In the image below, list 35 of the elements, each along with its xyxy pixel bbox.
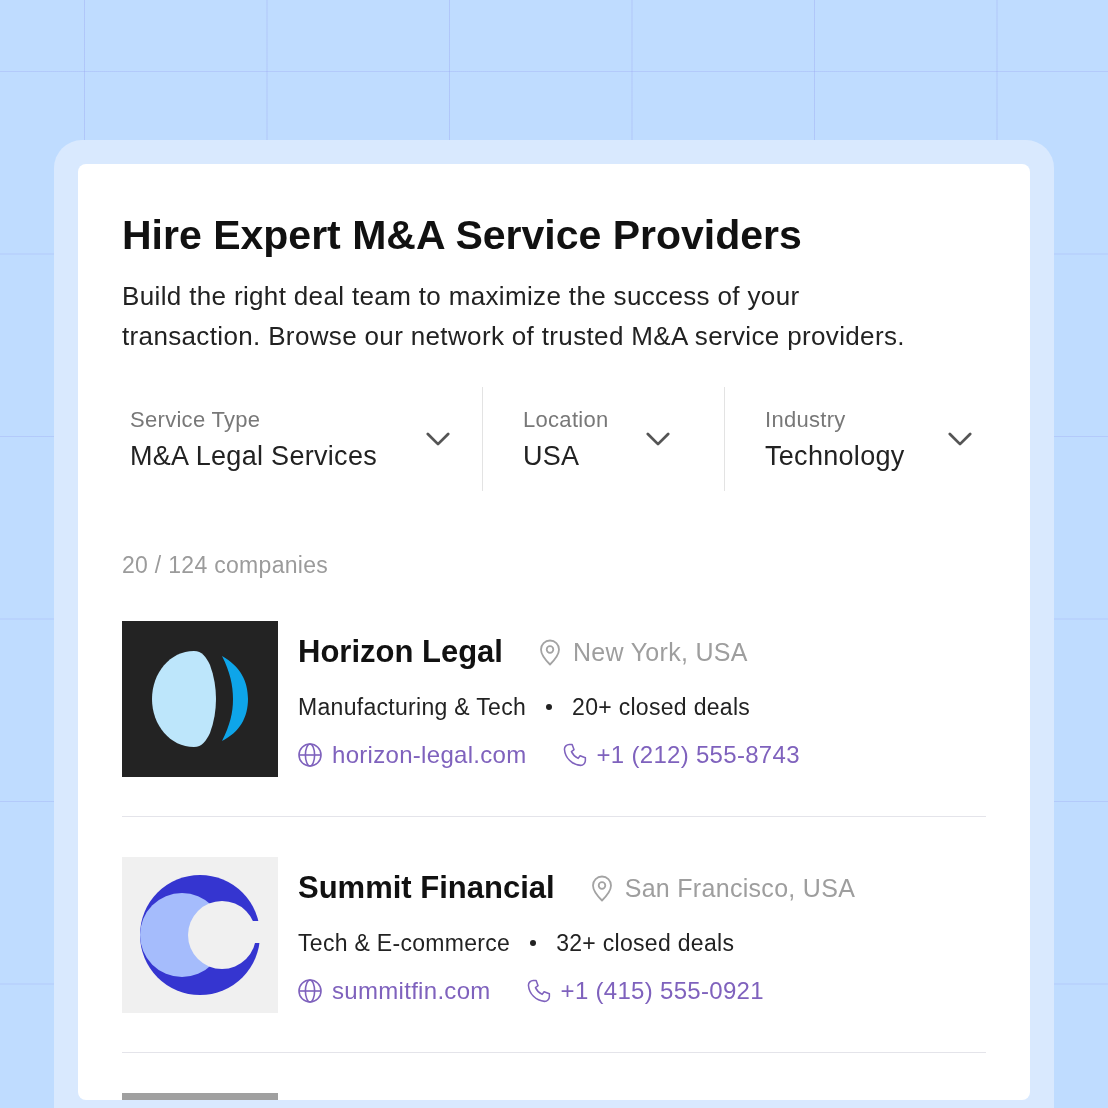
page-description: Build the right deal team to maximize the success of your transaction. Browse our network of trusted M&A service providers. bbox=[122, 280, 906, 353]
globe-icon bbox=[298, 979, 322, 1003]
filter-value: M&A Legal Services bbox=[130, 439, 377, 473]
page-title: Hire Expert M&A Service Providers bbox=[122, 212, 803, 258]
closed-deals: 20+ closed deals bbox=[572, 693, 751, 721]
phone-icon bbox=[562, 743, 587, 767]
filter-label: Industry bbox=[765, 405, 847, 434]
filter-dropdown[interactable]: Location USA bbox=[482, 387, 724, 491]
chevron-down-icon bbox=[948, 431, 972, 447]
company-name: Horizon Legal bbox=[298, 634, 503, 670]
bullet-icon bbox=[546, 704, 553, 710]
phone-icon bbox=[526, 979, 551, 1003]
closed-deals: 32+ closed deals bbox=[556, 929, 735, 957]
phone-link[interactable]: +1 (415) 555-0921 bbox=[526, 977, 764, 1005]
website-link[interactable]: horizon-legal.com bbox=[298, 741, 527, 769]
company-location: San Francisco, USA bbox=[624, 873, 856, 903]
filter-label: Location bbox=[523, 405, 609, 434]
result-count: 20 / 124 companies bbox=[122, 551, 330, 579]
phone-link[interactable]: +1 (212) 555-8743 bbox=[562, 741, 800, 769]
company-sectors: Manufacturing & Tech bbox=[298, 693, 527, 721]
website-link[interactable]: summitfin.com bbox=[298, 977, 491, 1005]
globe-icon bbox=[298, 743, 322, 767]
location-pin-icon bbox=[538, 638, 561, 666]
company-name: Summit Financial bbox=[298, 870, 555, 906]
location-pin-icon bbox=[590, 874, 613, 902]
chevron-down-icon bbox=[426, 431, 450, 447]
company-sectors: Tech & E-commerce bbox=[298, 929, 511, 957]
filter-value: USA bbox=[523, 439, 581, 473]
filter-dropdown[interactable]: Industry Technology bbox=[724, 387, 986, 491]
filter-label: Service Type bbox=[130, 405, 262, 434]
company-location: New York, USA bbox=[572, 637, 748, 667]
bullet-icon bbox=[530, 940, 537, 946]
filter-dropdown[interactable]: Service Type M&A Legal Services bbox=[122, 387, 482, 491]
chevron-down-icon bbox=[646, 431, 670, 447]
filter-value: Technology bbox=[765, 439, 905, 473]
